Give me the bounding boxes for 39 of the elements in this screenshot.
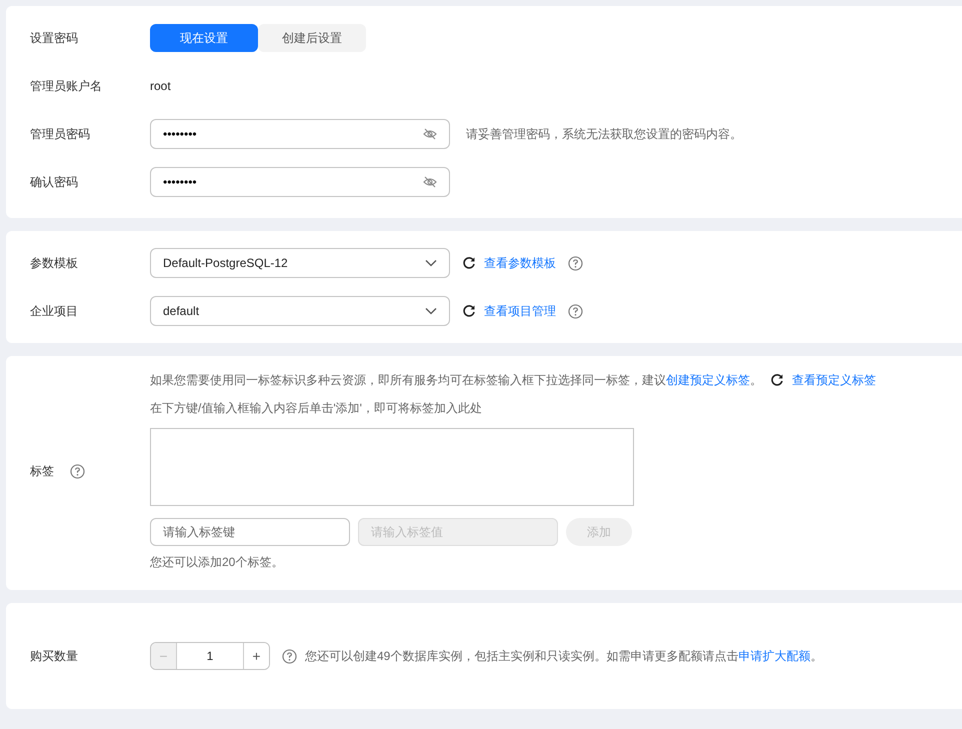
link[interactable]: 查看预定义标签 [792, 372, 876, 388]
refresh-icon[interactable] [462, 304, 476, 318]
field-label: 管理员密码 [30, 126, 90, 142]
hint-text: 如果您需要使用同一标签标识多种云资源，即所有服务均可在标签输入框下拉选择同一标签，建议创建预定义标签。 [150, 372, 762, 388]
password-field[interactable]: •••••••• [150, 167, 450, 197]
help-icon[interactable] [568, 256, 583, 270]
eye-slash-icon[interactable] [423, 176, 437, 188]
help-icon[interactable] [70, 464, 85, 478]
chevron-down-icon[interactable] [425, 259, 437, 267]
refresh-icon[interactable] [462, 256, 476, 270]
quota-note: 您还可以创建49个数据库实例，包括主实例和只读实例。如需申请更多配额请点击申请扩大配额。 [305, 648, 822, 664]
link[interactable]: 申请扩大配额 [738, 649, 810, 663]
chevron-down-icon[interactable] [425, 307, 437, 315]
refresh-icon[interactable] [770, 373, 784, 387]
segment-option[interactable]: 创建后设置 [258, 24, 366, 52]
link[interactable]: 查看项目管理 [484, 303, 556, 319]
select-field[interactable]: default [150, 296, 450, 326]
field-label: 标签 [30, 463, 54, 479]
field-label: 购买数量 [30, 648, 78, 664]
help-icon[interactable] [568, 304, 583, 318]
field-label: 设置密码 [30, 30, 78, 46]
help-icon[interactable] [282, 648, 297, 664]
segment-option[interactable]: 现在设置 [150, 24, 258, 52]
instruction-text: 在下方键/值输入框输入内容后单击'添加'，即可将标签加入此处 [150, 400, 483, 416]
plus-button[interactable]: + [243, 643, 269, 669]
password-field[interactable]: •••••••• [150, 119, 450, 149]
hint-text: 请妥善管理密码，系统无法获取您设置的密码内容。 [466, 126, 742, 142]
field-label: 参数模板 [30, 255, 78, 271]
field-label: 企业项目 [30, 303, 78, 319]
text-input[interactable]: 请输入标签键 [150, 518, 350, 546]
remaining-text: 您还可以添加20个标签。 [150, 554, 284, 570]
account-name: root [150, 78, 171, 94]
field-label: 确认密码 [30, 174, 78, 190]
eye-slash-icon[interactable] [423, 128, 437, 140]
field-label: 管理员账户名 [30, 78, 102, 94]
quantity-value: 1 [206, 648, 214, 665]
select-field[interactable]: Default-PostgreSQL-12 [150, 248, 450, 278]
link[interactable]: 查看参数模板 [484, 255, 556, 271]
link[interactable]: 创建预定义标签 [666, 373, 750, 387]
